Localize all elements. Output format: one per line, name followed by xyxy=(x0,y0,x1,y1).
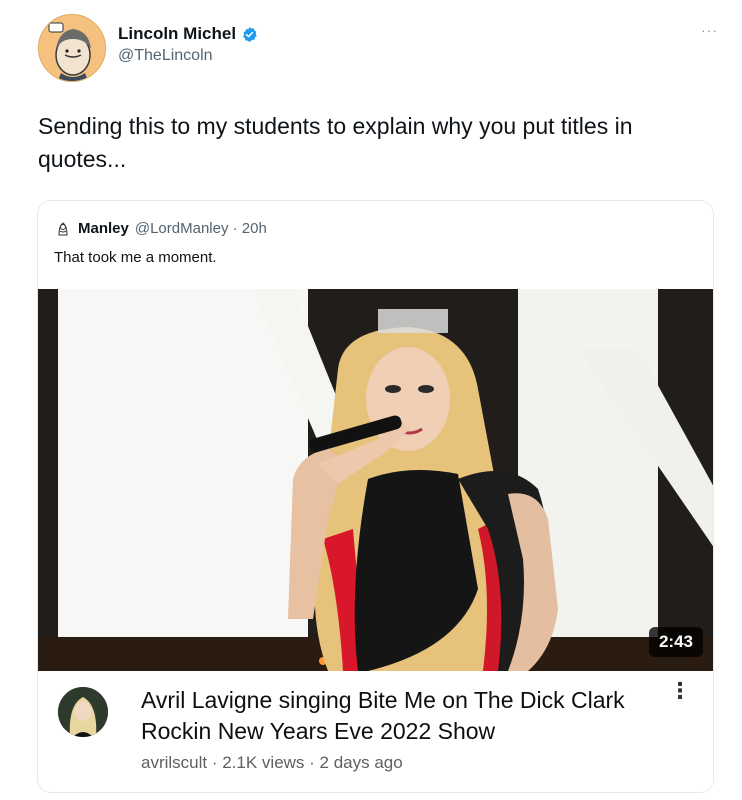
video-duration-badge: 2:43 xyxy=(648,627,703,657)
author-handle[interactable]: @TheLincoln xyxy=(118,47,258,65)
quoted-tweet-card[interactable]: Manley @LordManley · 20h That took me a … xyxy=(37,200,714,793)
more-options-icon[interactable]: ··· xyxy=(701,22,718,38)
quoted-tweet-text: That took me a moment. xyxy=(54,249,217,266)
quoted-author-meta[interactable]: @LordManley · 20h xyxy=(135,220,267,237)
video-title[interactable]: Avril Lavigne singing Bite Me on The Dic… xyxy=(141,685,661,747)
video-channel-meta: avrilscult · 2.1K views · 2 days ago xyxy=(141,753,403,772)
video-thumbnail[interactable]: 2:43 xyxy=(38,289,713,671)
quoted-tweet-header: Manley @LordManley · 20h xyxy=(54,219,267,237)
author-avatar[interactable] xyxy=(38,14,106,82)
quoted-author-name[interactable]: Manley xyxy=(78,220,129,237)
verified-badge-icon xyxy=(243,26,257,42)
author-info: Lincoln Michel @TheLincoln xyxy=(118,24,258,65)
tweet-header: Lincoln Michel @TheLincoln ··· xyxy=(38,12,718,84)
video-kebab-menu-icon[interactable]: ⋮ xyxy=(669,680,691,702)
author-name-row: Lincoln Michel xyxy=(118,24,258,44)
tweet-text: Sending this to my students to explain w… xyxy=(38,113,633,172)
quoted-author-avatar-icon[interactable] xyxy=(54,219,72,237)
channel-avatar[interactable] xyxy=(58,687,108,737)
author-display-name[interactable]: Lincoln Michel xyxy=(118,24,236,44)
video-info: Avril Lavigne singing Bite Me on The Dic… xyxy=(38,671,713,792)
video-still-image xyxy=(38,289,713,671)
